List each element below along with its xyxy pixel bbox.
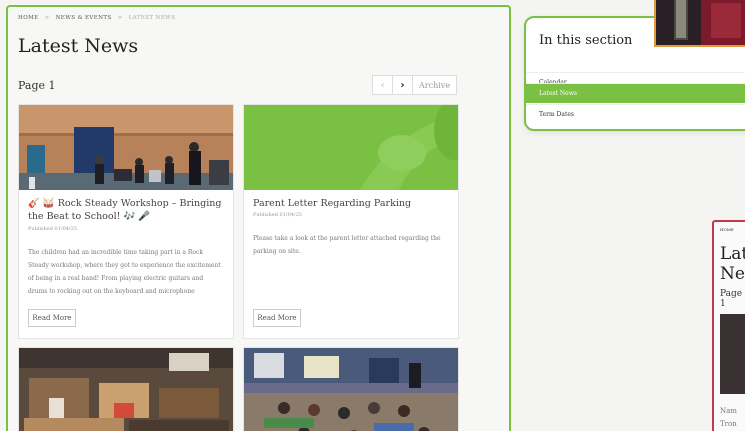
archive-button[interactable]: Archive [413,76,456,94]
mini-card-text: Nam Tron [720,407,737,428]
news-card[interactable]: Parent Letter Regarding Parking Publishe… [243,104,459,339]
news-card-photo[interactable] [244,348,458,431]
mini-page-preview: HOME Latest News Page 1 Nam Tron [712,220,745,431]
news-card-excerpt: Please take a look at the parent letter … [253,235,441,255]
page-number-label: Page 1 [18,79,56,92]
pagination: ‹ › Archive [372,75,458,95]
news-card-title[interactable]: 🎸 🥁 Rock Steady Workshop – Bringing the … [28,197,223,223]
previous-page-button[interactable]: ‹ [373,76,393,94]
news-card-title[interactable]: Parent Letter Regarding Parking [253,197,448,210]
news-card-date: Published 01/04/25 [28,226,77,232]
breadcrumb: HOME > NEWS & EVENTS > LATEST NEWS [18,15,176,21]
placeholder-graphic[interactable] [244,105,458,190]
section-nav-item-latest-news[interactable]: Latest News [526,83,745,103]
section-nav-heading: In this section [539,33,633,48]
breadcrumb-news-events[interactable]: NEWS & EVENTS [56,15,112,21]
thumbnail-preview [654,0,745,47]
page-title: Latest News [18,35,139,57]
read-more-button[interactable]: Read More [253,309,301,327]
breadcrumb-home[interactable]: HOME [18,15,39,21]
news-card[interactable] [18,347,234,431]
main-content-panel: HOME > NEWS & EVENTS > LATEST NEWS Lates… [6,5,511,431]
news-card-photo[interactable] [19,348,233,431]
mini-card-photo [720,314,745,394]
news-card-excerpt: The children had an incredible time taki… [28,249,221,295]
breadcrumb-separator: > [44,15,50,21]
mini-breadcrumb: HOME [720,227,734,232]
mini-page-title: Latest News [720,244,745,284]
breadcrumb-separator: > [117,15,123,21]
news-card[interactable]: 🎸 🥁 Rock Steady Workshop – Bringing the … [18,104,234,339]
breadcrumb-current: LATEST NEWS [128,15,176,21]
next-page-button[interactable]: › [393,76,413,94]
mini-page-label: Page 1 [720,289,743,309]
news-card-date: Published 01/04/25 [253,212,302,218]
news-card[interactable] [243,347,459,431]
section-nav-item-term-dates[interactable]: Term Dates [526,104,745,124]
read-more-button[interactable]: Read More [28,309,76,327]
rock-steady-workshop-photo[interactable] [19,105,233,190]
